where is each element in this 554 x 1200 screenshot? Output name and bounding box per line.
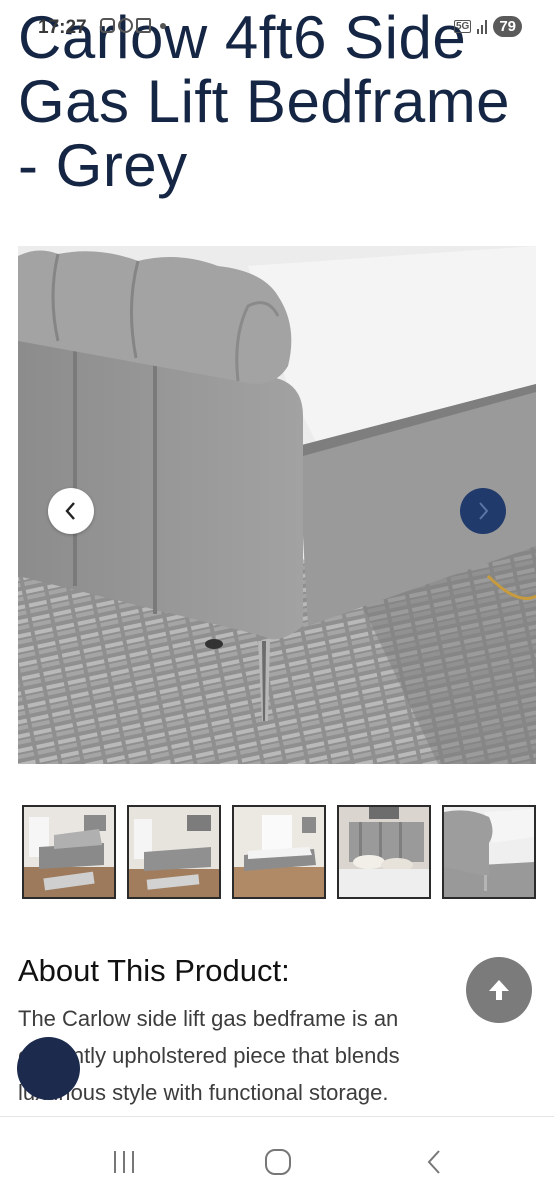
about-heading: About This Product: bbox=[18, 953, 290, 988]
thumbnail-2[interactable] bbox=[127, 805, 221, 899]
gallery-prev-button[interactable] bbox=[48, 488, 94, 534]
notification-dot-icon bbox=[160, 22, 166, 29]
product-main-image[interactable] bbox=[18, 246, 536, 764]
status-time: 17:27 bbox=[38, 17, 87, 38]
screenshot-icon bbox=[100, 18, 115, 33]
chevron-left-icon bbox=[65, 502, 75, 520]
signal-icon bbox=[477, 19, 488, 34]
home-button[interactable] bbox=[258, 1145, 298, 1179]
recents-icon bbox=[114, 1151, 134, 1173]
notification-icons bbox=[100, 18, 166, 33]
status-right: 5G 79 bbox=[453, 16, 522, 37]
status-bar: 17:27 5G 79 bbox=[0, 0, 554, 54]
bed-photo bbox=[18, 246, 536, 764]
system-navigation-bar bbox=[0, 1116, 554, 1200]
arrow-up-icon bbox=[489, 980, 509, 1000]
home-icon bbox=[265, 1149, 291, 1175]
recents-button[interactable] bbox=[104, 1145, 144, 1179]
network-type: 5G bbox=[453, 20, 472, 33]
thumbnail-1[interactable] bbox=[22, 805, 116, 899]
gallery-next-button[interactable] bbox=[460, 488, 506, 534]
gmail-icon bbox=[136, 18, 151, 33]
thumbnail-4[interactable] bbox=[337, 805, 431, 899]
scroll-to-top-button[interactable] bbox=[466, 957, 532, 1023]
thumbnail-strip bbox=[22, 805, 536, 899]
about-description: The Carlow side lift gas bedframe is an … bbox=[18, 1006, 400, 1105]
battery-level: 79 bbox=[493, 16, 522, 37]
back-button[interactable] bbox=[414, 1145, 454, 1179]
thumbnail-3[interactable] bbox=[232, 805, 326, 899]
whatsapp-icon bbox=[118, 18, 133, 33]
chevron-right-icon bbox=[479, 502, 489, 520]
back-icon bbox=[427, 1150, 440, 1174]
thumbnail-5[interactable] bbox=[442, 805, 536, 899]
chat-widget-button[interactable] bbox=[17, 1037, 80, 1100]
